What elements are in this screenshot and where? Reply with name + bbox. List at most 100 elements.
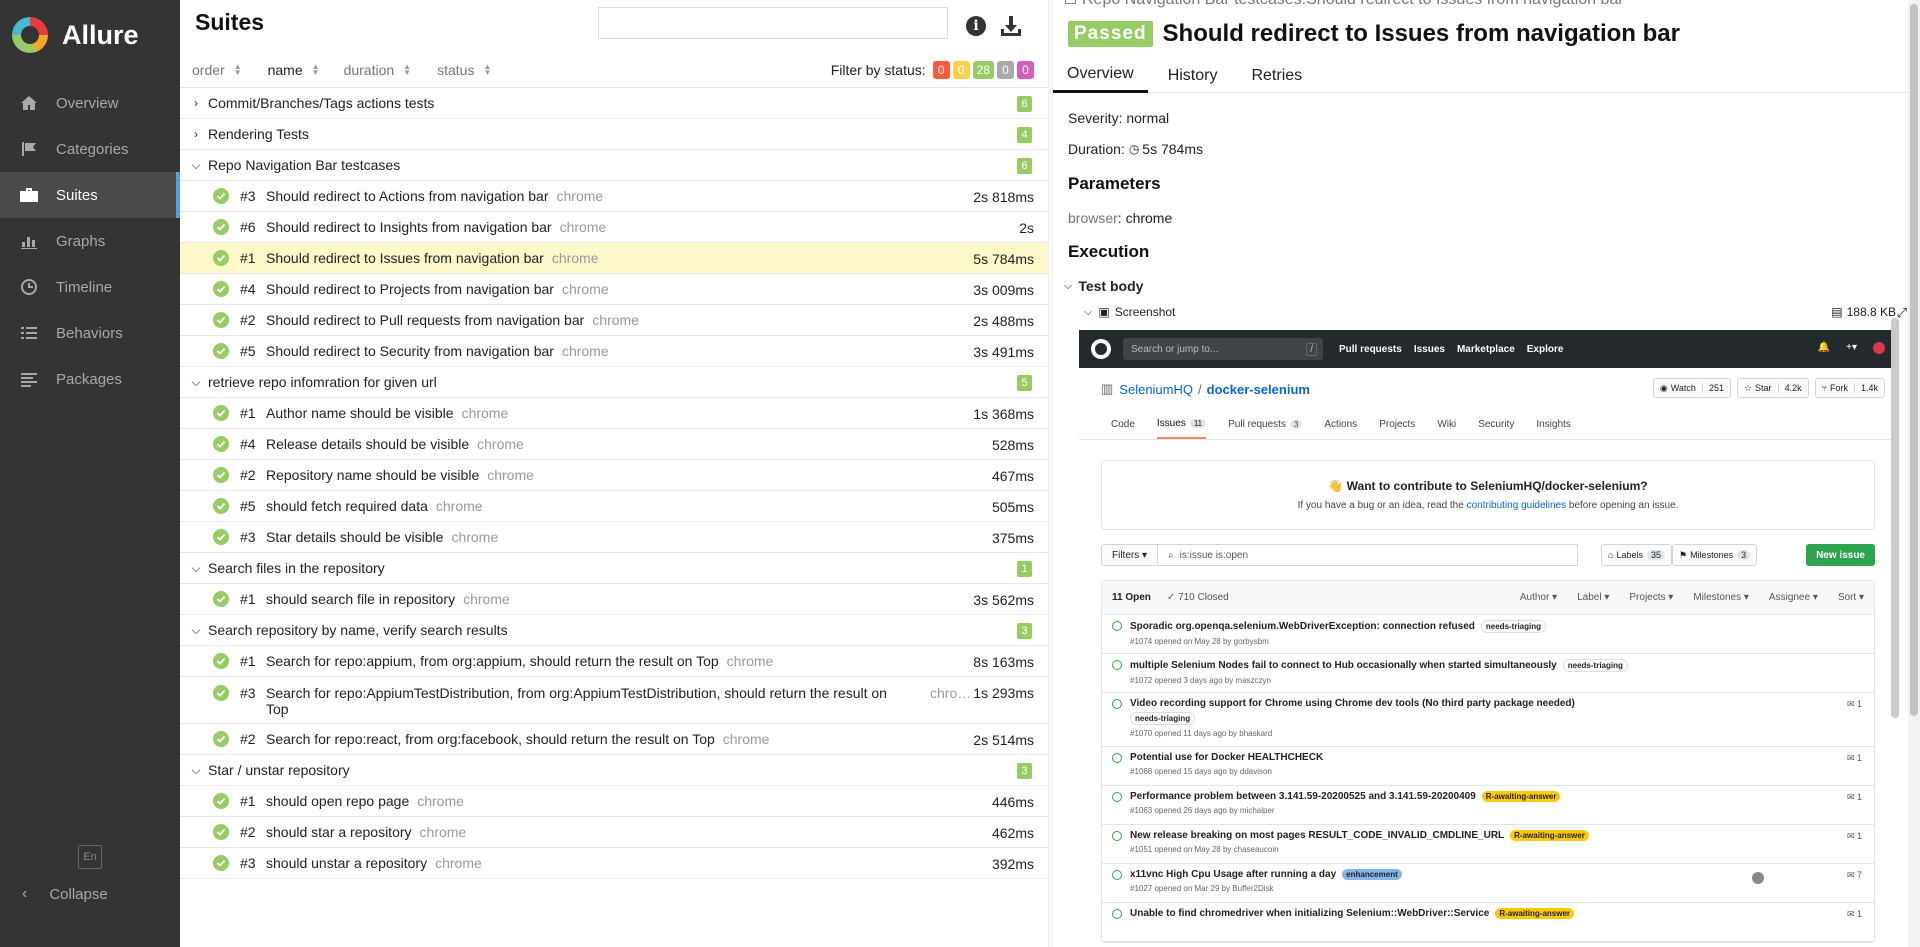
suite-group-name: retrieve repo infomration for given url	[208, 374, 437, 390]
test-row[interactable]: #3 should unstar a repository chrome 392ms	[180, 848, 1048, 879]
sort-order[interactable]: order ▲ ▼	[192, 62, 242, 78]
test-number: #1	[240, 793, 256, 809]
test-row[interactable]: #3 Should redirect to Actions from naviga…	[180, 181, 1048, 212]
status-filter-badge[interactable]: 0	[932, 61, 950, 79]
test-number: #5	[240, 343, 256, 359]
scrollbar-thumb[interactable]	[1910, 4, 1918, 716]
tab-overview[interactable]: Overview	[1053, 58, 1148, 93]
sidebar-item-packages[interactable]: Packages	[0, 356, 180, 402]
test-row[interactable]: #1 Search for repo:appium, from org:appiu…	[180, 646, 1048, 677]
detail-tabs: Overview History Retries	[1053, 58, 1913, 93]
test-row[interactable]: #2 Search for repo:react, from org:facebo…	[180, 724, 1048, 755]
detail-scrollbar[interactable]	[1908, 0, 1920, 947]
status-filter-badge[interactable]: 0	[1017, 61, 1034, 79]
search-input[interactable]	[598, 7, 948, 39]
github-nav-link: Issues	[1413, 343, 1445, 355]
breadcrumb-text: Repo Navigation Bar testcases.Should red…	[1082, 0, 1624, 8]
test-row[interactable]: #1 should open repo page chrome 446ms	[180, 786, 1048, 817]
test-row[interactable]: #4 Should redirect to Projects from navig…	[180, 274, 1048, 305]
search-icon: ⌕	[1168, 549, 1174, 561]
screenshot-toggle[interactable]: ⌵ ▣ Screenshot	[1084, 305, 1175, 319]
tab-history[interactable]: History	[1154, 58, 1232, 93]
status-filter-badge[interactable]: 0	[997, 61, 1014, 79]
github-issue-meta: #1051 opened on May 28 by chaseaucoin	[1130, 845, 1279, 854]
sidebar-item-suites[interactable]: Suites	[0, 172, 180, 218]
test-duration: 375ms	[991, 530, 1034, 546]
test-number: #4	[240, 436, 256, 452]
test-body-toggle[interactable]: ⌵ Test body	[1064, 278, 1143, 294]
language-switcher[interactable]: En	[78, 845, 102, 869]
passed-check-icon	[213, 591, 229, 607]
sidebar-item-graphs[interactable]: Graphs	[0, 218, 180, 264]
suite-group-row[interactable]: ⌵ retrieve repo infomration for given url…	[180, 367, 1048, 398]
test-name: should star a repository chrome	[266, 824, 467, 840]
tab-retries[interactable]: Retries	[1237, 58, 1316, 93]
sort-name[interactable]: name ▲ ▼	[268, 62, 320, 78]
github-tab-label: Security	[1478, 419, 1515, 430]
test-number: #2	[240, 467, 256, 483]
test-row[interactable]: #2 Should redirect to Pull requests from …	[180, 305, 1048, 336]
suite-group-name: Star / unstar repository	[208, 762, 350, 778]
collapse-button[interactable]: ‹ Collapse	[0, 880, 108, 908]
test-row[interactable]: #1 should search file in repository chrome…	[180, 584, 1048, 615]
fork-count: 1.4k	[1853, 383, 1878, 393]
tag-icon: ⌂	[1608, 550, 1614, 560]
suite-group-row[interactable]: ⌵ Repo Navigation Bar testcases 6	[180, 150, 1048, 181]
github-header: Search or jump to... / Pull requests Issue…	[1079, 330, 1897, 368]
test-row[interactable]: #1 Author name should be visible chrome 1s …	[180, 398, 1048, 429]
suite-group-row[interactable]: ⌵ Search repository by name, verify searc…	[180, 615, 1048, 646]
test-row[interactable]: #5 should fetch required data chrome 505ms	[180, 491, 1048, 522]
github-tab: Projects	[1379, 411, 1415, 438]
screenshot-scrollbar[interactable]	[1891, 318, 1899, 718]
github-star: ☆ Star 4.2k	[1736, 378, 1809, 398]
status-filter-badge[interactable]: 28	[972, 61, 994, 79]
save-icon: ▤	[1831, 305, 1843, 319]
contribute-text-post: before opening an issue.	[1566, 500, 1679, 511]
github-repo: docker-selenium	[1206, 381, 1310, 397]
passed-check-icon	[213, 436, 229, 452]
suite-group-row[interactable]: › Rendering Tests 4	[180, 119, 1048, 150]
suite-group-row[interactable]: ⌵ Star / unstar repository 3	[180, 755, 1048, 786]
collapse-label: Collapse	[49, 885, 108, 903]
test-row[interactable]: #4 Release details should be visible chrom…	[180, 429, 1048, 460]
chevron-right-icon: ›	[194, 127, 198, 141]
app-logo[interactable]: Allure	[0, 0, 180, 70]
github-issue-meta: #1063 opened 26 days ago by michalper	[1130, 806, 1275, 815]
test-browser: chrome	[561, 281, 609, 297]
info-icon[interactable]: i	[966, 16, 986, 36]
copy-icon[interactable]	[1065, 0, 1076, 4]
github-labels-button: ⌂ Labels 35	[1601, 544, 1672, 566]
sort-status[interactable]: status ▲ ▼	[437, 62, 491, 78]
passed-check-icon	[213, 685, 229, 701]
download-icon[interactable]	[1000, 14, 1022, 38]
test-name: Should redirect to Insights from navigat…	[266, 219, 607, 235]
github-nav-link: Pull requests	[1339, 343, 1402, 355]
test-row[interactable]: #2 should star a repository chrome 462ms	[180, 817, 1048, 848]
github-tab-label: Issues	[1156, 418, 1186, 429]
sidebar-item-behaviors[interactable]: Behaviors	[0, 310, 180, 356]
sidebar-item-timeline[interactable]: Timeline	[0, 264, 180, 310]
github-logo-icon	[1091, 339, 1111, 359]
test-row[interactable]: #2 Repository name should be visible chrom…	[180, 460, 1048, 491]
status-filter-badge[interactable]: 0	[952, 61, 970, 79]
sidebar-item-categories[interactable]: Categories	[0, 126, 180, 172]
github-issue-label: R-awaiting-answer	[1481, 791, 1561, 802]
sort-order-label: order	[192, 61, 225, 78]
suite-group-row[interactable]: ⌵ Search files in the repository 1	[180, 553, 1048, 584]
github-filter-input: ⌕ is:issue is:open	[1158, 544, 1579, 566]
test-row[interactable]: #1 Should redirect to Issues from navigat…	[180, 243, 1048, 274]
sidebar-item-label: Behaviors	[56, 324, 123, 342]
sort-duration[interactable]: duration ▲ ▼	[344, 62, 412, 78]
eye-icon: ◉	[1659, 382, 1668, 393]
sidebar-item-overview[interactable]: Overview	[0, 80, 180, 126]
test-row[interactable]: #5 Should redirect to Security from navig…	[180, 336, 1048, 367]
test-row[interactable]: #3 Star details should be visible chrome 37…	[180, 522, 1048, 553]
test-row[interactable]: #6 Should redirect to Insights from navig…	[180, 212, 1048, 243]
suite-group-row[interactable]: › Commit/Branches/Tags actions tests 6	[180, 88, 1048, 119]
milestones-label: Milestones	[1690, 550, 1734, 560]
github-issue-meta: #1070 opened 11 days ago by bhaskard	[1130, 729, 1273, 738]
github-watch: ◉ Watch 251	[1652, 378, 1731, 398]
breadcrumb[interactable]: Repo Navigation Bar testcases.Should red…	[1065, 0, 1624, 9]
test-row[interactable]: #3 Search for repo:AppiumTestDistribution…	[180, 677, 1048, 724]
github-issue-title: Potential use for Docker HEALTHCHECK	[1130, 752, 1324, 763]
